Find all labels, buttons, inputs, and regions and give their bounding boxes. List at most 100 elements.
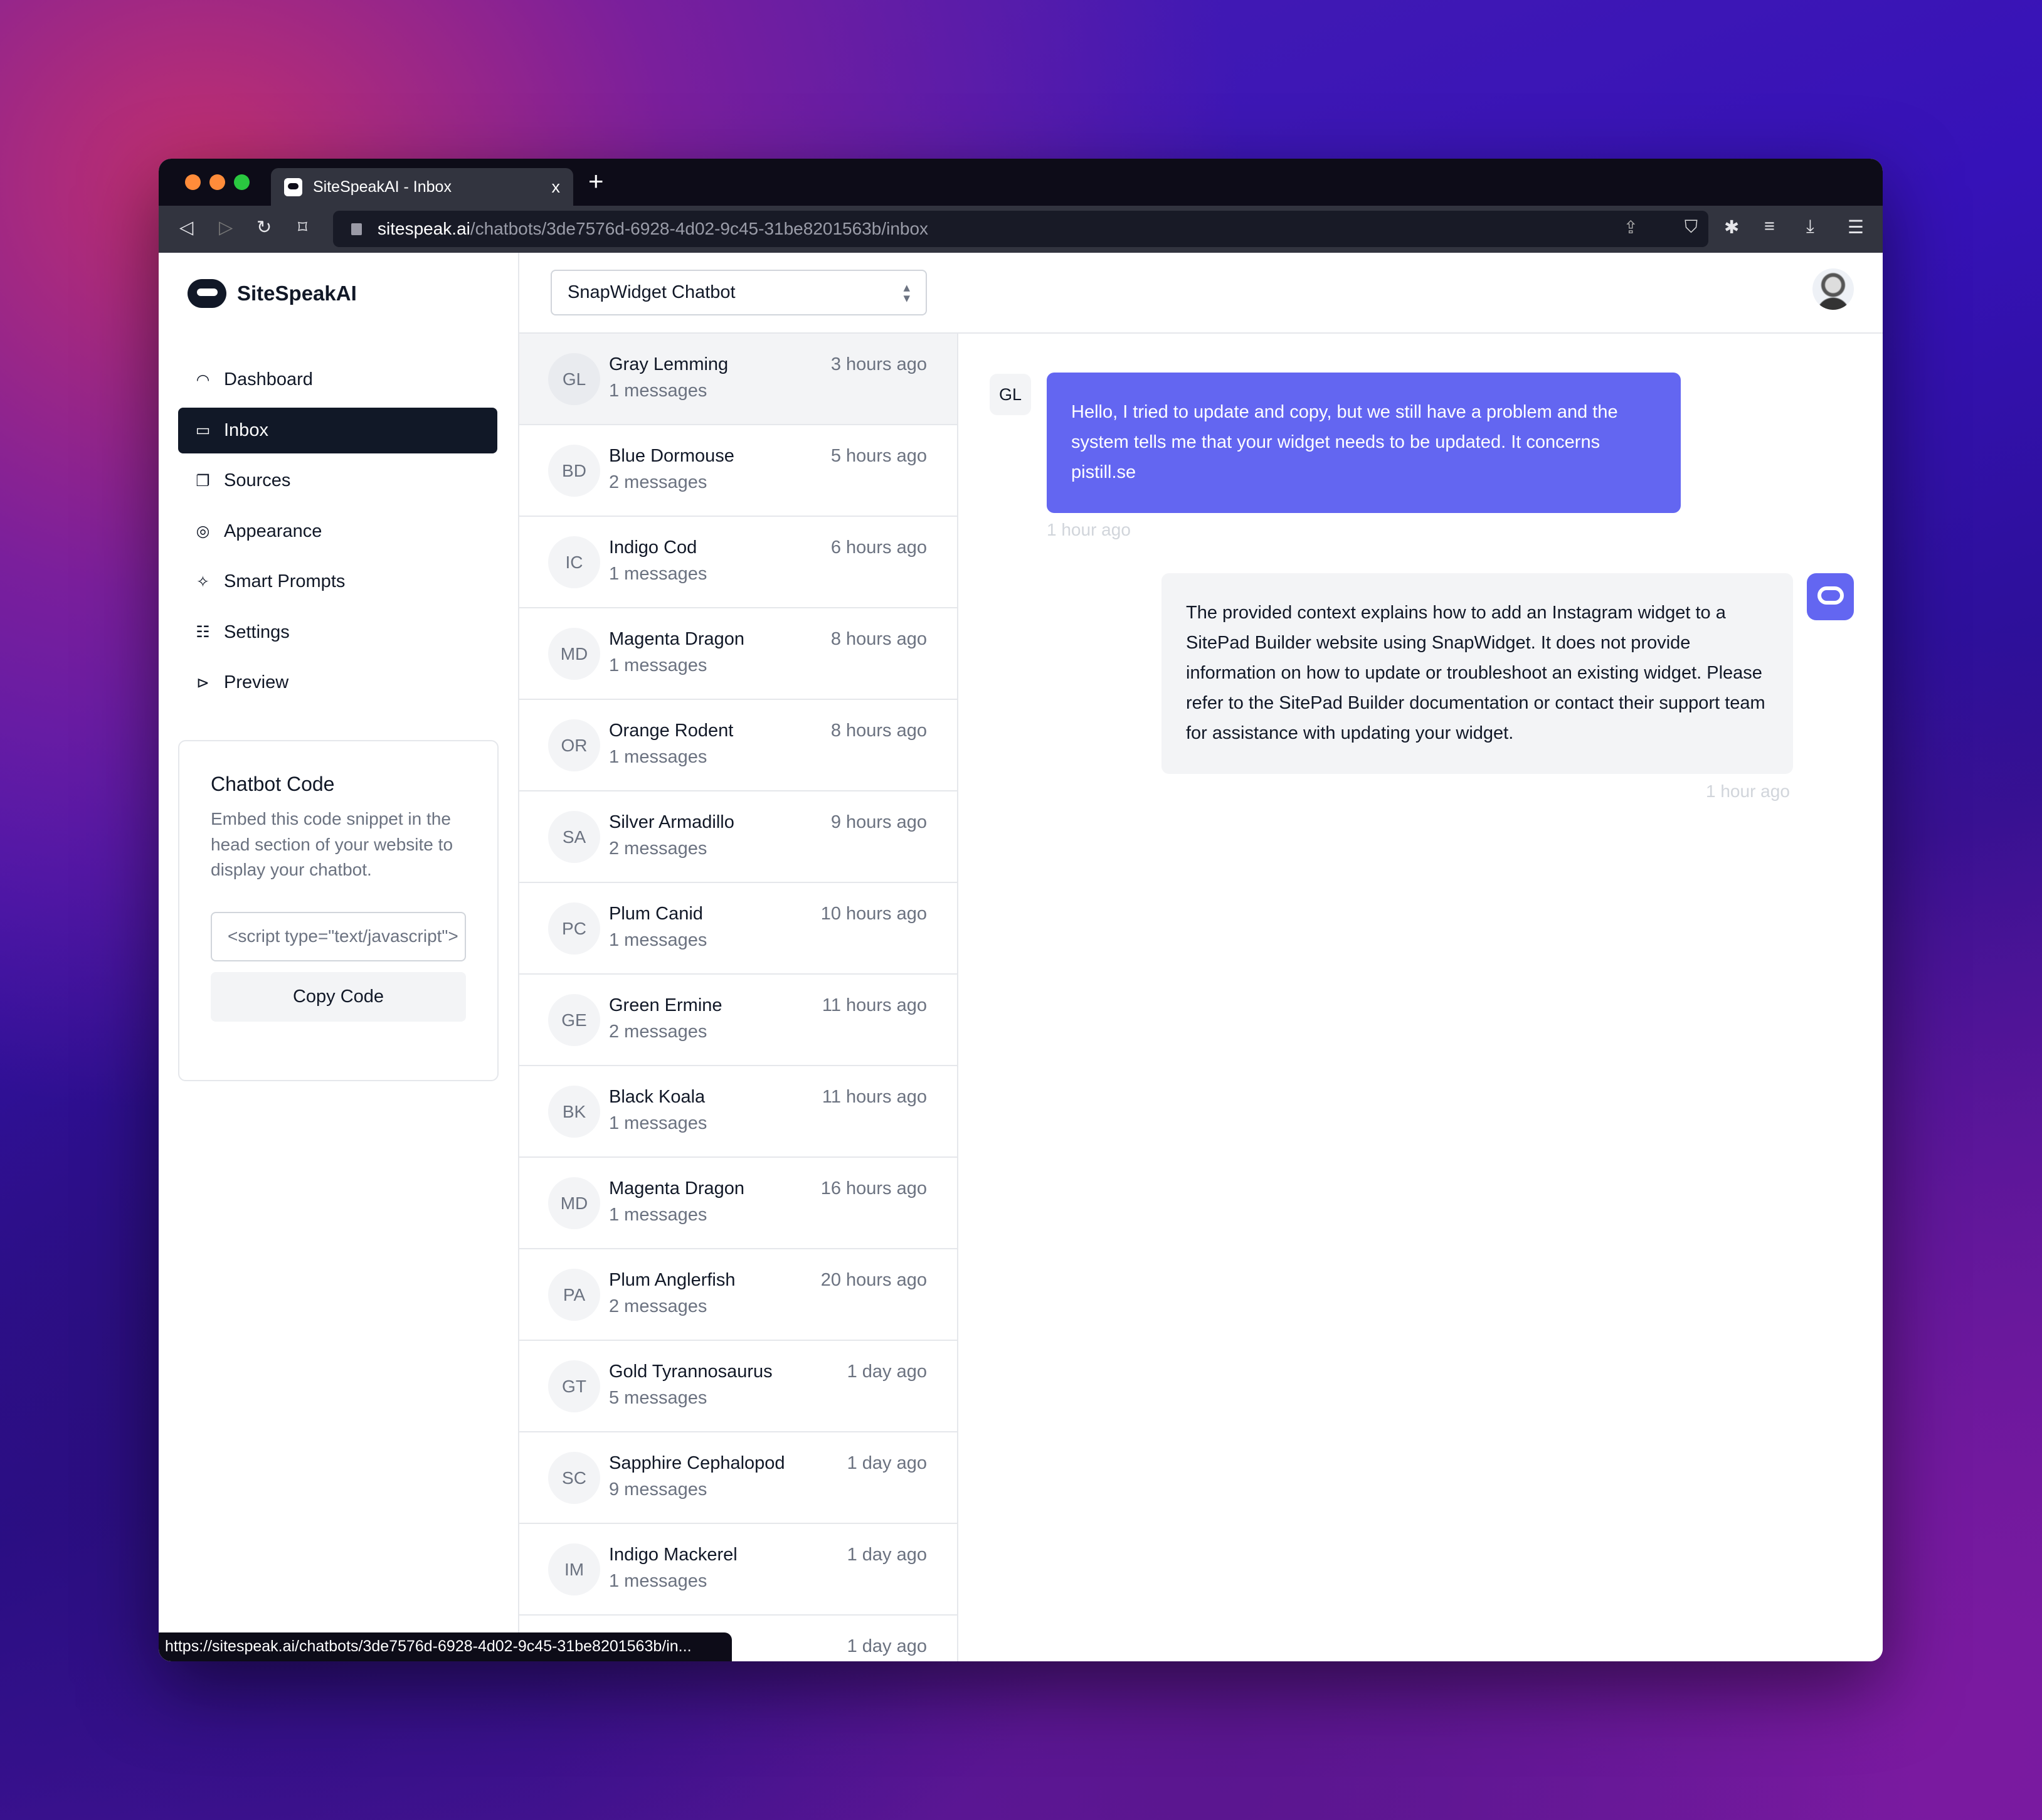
minimize-window-button[interactable] <box>209 174 225 190</box>
close-window-button[interactable] <box>185 174 201 190</box>
initials-avatar: PA <box>548 1269 600 1321</box>
conversation-item[interactable]: SC Sapphire Cephalopod 9 messages 1 day ago <box>519 1432 957 1524</box>
share-icon[interactable]: ⇪ <box>1624 217 1638 238</box>
conversation-item[interactable]: OR Orange Rodent 1 messages 8 hours ago <box>519 700 957 791</box>
tab-bar: SiteSpeakAI - Inbox x + <box>159 159 1883 206</box>
conversation-name: Magenta Dragon <box>609 629 745 649</box>
conversation-item[interactable]: GL Gray Lemming 1 messages 3 hours ago <box>519 334 957 425</box>
conversation-name: Blue Dormouse <box>609 446 734 466</box>
chatbot-select[interactable]: SnapWidget Chatbot ▴ ▾ <box>551 270 927 315</box>
conversation-time: 5 hours ago <box>830 446 927 466</box>
message-count: 1 messages <box>609 747 707 767</box>
conversation-item[interactable]: GE Green Ermine 2 messages 11 hours ago <box>519 975 957 1066</box>
initials-avatar: GL <box>548 353 600 405</box>
tab-title: SiteSpeakAI - Inbox <box>313 177 452 196</box>
conversation-name: Indigo Mackerel <box>609 1545 738 1565</box>
conversation-view: GL Hello, I tried to update and copy, bu… <box>958 334 1883 1661</box>
conversation-time: 11 hours ago <box>822 995 927 1015</box>
message-count: 2 messages <box>609 472 707 492</box>
initials-avatar: OR <box>548 719 600 771</box>
palette-icon: ◎ <box>196 522 210 540</box>
initials-avatar: PC <box>548 902 600 955</box>
conversation-item[interactable]: SA Silver Armadillo 2 messages 9 hours ago <box>519 791 957 883</box>
sidebar-item-settings[interactable]: ☷ Settings <box>178 610 497 655</box>
sidebar-item-label: Inbox <box>224 420 268 440</box>
sidebar-item-label: Preview <box>224 672 289 692</box>
bot-message-time: 1 hour ago <box>1706 781 1790 801</box>
sidebar-item-sources[interactable]: ❐ Sources <box>178 458 497 504</box>
sidebar-item-label: Appearance <box>224 521 322 541</box>
code-snippet-field[interactable]: <script type="text/javascript"> <box>211 911 466 961</box>
brand-name: SiteSpeakAI <box>237 282 357 305</box>
message-count: 9 messages <box>609 1479 707 1500</box>
lock-icon <box>351 223 362 235</box>
message-count: 5 messages <box>609 1388 707 1408</box>
extensions-icon[interactable]: ✱ <box>1724 216 1739 238</box>
close-tab-icon[interactable]: x <box>552 177 561 197</box>
message-count: 1 messages <box>609 564 707 584</box>
logo[interactable]: SiteSpeakAI <box>188 279 357 308</box>
media-playlist-icon[interactable]: ≡ <box>1764 216 1775 237</box>
conversation-item[interactable]: MD Magenta Dragon 1 messages 8 hours ago <box>519 608 957 700</box>
copy-code-button[interactable]: Copy Code <box>211 971 466 1022</box>
user-message-time: 1 hour ago <box>1047 520 1131 539</box>
new-tab-button[interactable]: + <box>588 166 604 196</box>
book-icon: ❐ <box>196 472 210 490</box>
reload-icon[interactable]: ↻ <box>257 216 272 238</box>
initials-avatar: MD <box>548 1177 600 1229</box>
conversation-time: 6 hours ago <box>830 537 927 558</box>
conversation-name: Black Koala <box>609 1087 706 1107</box>
sidebar-item-label: Smart Prompts <box>224 571 346 591</box>
conversation-time: 9 hours ago <box>830 812 927 832</box>
sidebar: SiteSpeakAI ◠ Dashboard ▭ Inbox ❐ Sources ◎… <box>159 253 519 1661</box>
brave-shield-icon[interactable]: ⛉ <box>1685 217 1698 238</box>
conversation-time: 3 hours ago <box>830 354 927 374</box>
conversation-item[interactable]: BD Blue Dormouse 2 messages 5 hours ago <box>519 425 957 517</box>
sidebar-item-preview[interactable]: ⊳ Preview <box>178 660 497 706</box>
message-count: 1 messages <box>609 1205 707 1225</box>
conversation-time: 1 day ago <box>847 1636 927 1656</box>
initials-avatar: SA <box>548 811 600 863</box>
conversation-time: 20 hours ago <box>820 1270 927 1290</box>
conversation-time: 8 hours ago <box>830 721 927 741</box>
conversation-item[interactable]: IC Indigo Cod 1 messages 6 hours ago <box>519 517 957 608</box>
conversation-item[interactable]: BK Black Koala 1 messages 11 hours ago <box>519 1066 957 1158</box>
sidebar-item-label: Settings <box>224 622 290 642</box>
back-icon[interactable]: ◁ <box>179 216 193 238</box>
conversation-name: Plum Anglerfish <box>609 1270 736 1290</box>
user-avatar[interactable] <box>1812 268 1854 310</box>
browser-tab[interactable]: SiteSpeakAI - Inbox x <box>271 168 573 206</box>
maximize-window-button[interactable] <box>234 174 250 190</box>
conversation-item[interactable]: PA Plum Anglerfish 2 messages 20 hours ago <box>519 1249 957 1341</box>
conversation-name: Gray Lemming <box>609 354 729 374</box>
sidebar-item-appearance[interactable]: ◎ Appearance <box>178 509 497 554</box>
sidebar-item-dashboard[interactable]: ◠ Dashboard <box>178 357 497 403</box>
conversation-time: 1 day ago <box>847 1453 927 1473</box>
address-bar[interactable]: sitespeak.ai/chatbots/3de7576d-6928-4d02… <box>333 211 1708 247</box>
conversation-item[interactable]: MD Magenta Dragon 1 messages 16 hours ago <box>519 1158 957 1249</box>
chatbot-code-card: Chatbot Code Embed this code snippet in … <box>178 740 499 1081</box>
menu-icon[interactable]: ☰ <box>1848 216 1864 238</box>
download-icon[interactable]: ⤓ <box>1806 216 1814 237</box>
conversation-item[interactable]: PC Plum Canid 1 messages 10 hours ago <box>519 883 957 975</box>
bot-message: The provided context explains how to add… <box>1161 573 1793 774</box>
sidebar-nav: ◠ Dashboard ▭ Inbox ❐ Sources ◎ Appearance ✧… <box>178 357 497 711</box>
browser-toolbar: ◁ ▷ ↻ ⌑ sitespeak.ai/chatbots/3de7576d-6… <box>159 206 1883 253</box>
conversation-name: Indigo Cod <box>609 537 697 558</box>
sliders-icon: ☷ <box>196 623 210 641</box>
sidebar-item-smart-prompts[interactable]: ✧ Smart Prompts <box>178 559 497 605</box>
conversation-item[interactable]: GT Gold Tyrannosaurus 5 messages 1 day ago <box>519 1341 957 1432</box>
message-count: 1 messages <box>609 1113 707 1133</box>
initials-avatar: IM <box>548 1543 600 1595</box>
sparkles-icon: ✧ <box>196 573 209 591</box>
inbox-icon: ▭ <box>195 421 211 439</box>
initials-avatar: BD <box>548 445 600 497</box>
sidebar-item-inbox[interactable]: ▭ Inbox <box>178 407 497 453</box>
bookmark-icon[interactable]: ⌑ <box>298 216 307 238</box>
conversation-list: GL Gray Lemming 1 messages 3 hours ago BD Blu… <box>519 334 958 1661</box>
chatbot-select-value: SnapWidget Chatbot <box>568 282 736 302</box>
conversation-item[interactable]: IM Indigo Mackerel 1 messages 1 day ago <box>519 1524 957 1616</box>
conversation-time: 1 day ago <box>847 1362 927 1382</box>
conversation-name: Gold Tyrannosaurus <box>609 1362 773 1382</box>
forward-icon[interactable]: ▷ <box>219 216 233 238</box>
